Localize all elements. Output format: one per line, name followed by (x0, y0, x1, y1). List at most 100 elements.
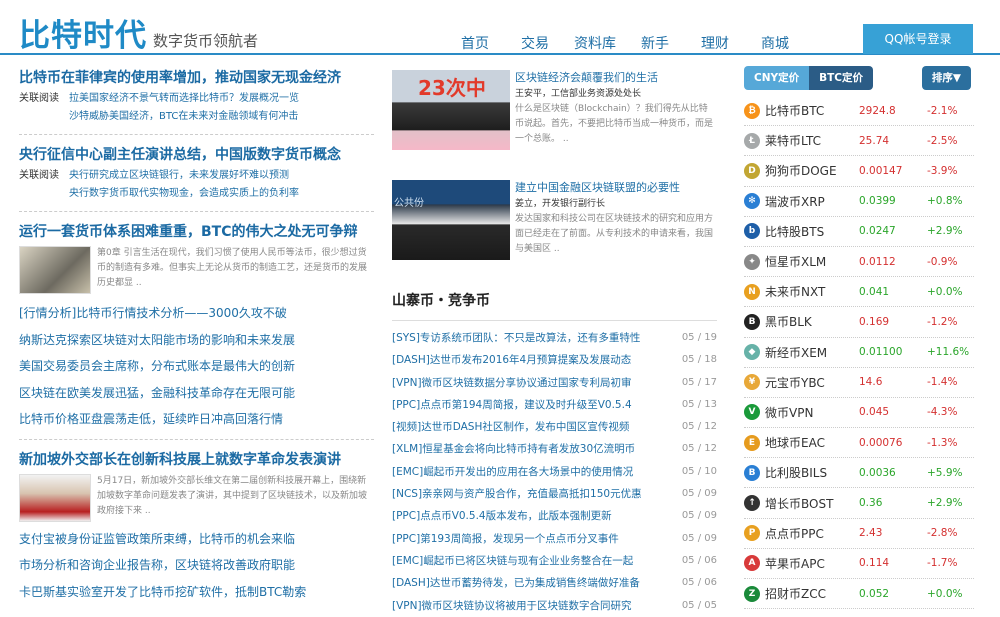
related-link[interactable]: 拉美国家经济不景气转而选择比特币？发展概况一览 (69, 90, 299, 108)
news-title[interactable]: [VPN]微币区块链协议将被用于区块链数字合同研究 (392, 595, 632, 617)
nav-home[interactable]: 首页 (445, 33, 505, 53)
news-row[interactable]: [SYS]专访系统币团队：不只是改算法，还有多重特性 05 / 19 (392, 327, 717, 349)
headline-3[interactable]: 运行一套货币体系困难重重，BTC的伟大之处无可争辩 (19, 222, 374, 242)
coin-row[interactable]: B 比利股BILS 0.0036 +5.9% (744, 458, 974, 489)
news-title[interactable]: [DASH]达世币发布2016年4月预算提案及发展动态 (392, 349, 631, 371)
coin-name[interactable]: 狗狗币DOGE (765, 162, 859, 179)
coin-name[interactable]: 招财币ZCC (765, 585, 859, 602)
feature-image[interactable]: 公共份 (392, 180, 510, 260)
coin-row[interactable]: ₿ 比特币BTC 2924.8 -2.1% (744, 96, 974, 127)
news-row[interactable]: [PPC]点点币第194周简报，建议及时升级至V0.5.4 05 / 13 (392, 394, 717, 416)
coin-row[interactable]: b 比特股BTS 0.0247 +2.9% (744, 217, 974, 247)
coin-name[interactable]: 瑞波币XRP (765, 193, 859, 210)
coin-row[interactable]: B 黑币BLK 0.169 -1.2% (744, 307, 974, 338)
news-title[interactable]: [VPN]微币区块链数据分享协议通过国家专利局初审 (392, 372, 632, 394)
news-title[interactable]: [视频]达世币DASH社区制作，发布中国区宣传视频 (392, 416, 629, 438)
news-row[interactable]: [DASH]达世币蓄势待发，已为集成销售终端做好准备 05 / 06 (392, 572, 717, 594)
news-row[interactable]: [视频]达世币DASH社区制作，发布中国区宣传视频 05 / 12 (392, 416, 717, 438)
coin-name[interactable]: 比特币BTC (765, 102, 859, 119)
coin-name[interactable]: 比利股BILS (765, 464, 859, 481)
coin-row[interactable]: ✦ 恒星币XLM 0.0112 -0.9% (744, 247, 974, 278)
coin-name[interactable]: 苹果币APC (765, 555, 859, 572)
headline-4[interactable]: 新加坡外交部长在创新科技展上就数字革命发表演讲 (19, 450, 374, 470)
coin-name[interactable]: 点点币PPC (765, 525, 859, 542)
news-link[interactable]: 美国交易委员会主席称，分布式账本是最伟大的创新 (19, 353, 374, 380)
news-row[interactable]: [VPN]微币区块链数据分享协议通过国家专利局初审 05 / 17 (392, 372, 717, 394)
news-title[interactable]: [DASH]达世币蓄势待发，已为集成销售终端做好准备 (392, 572, 640, 594)
news-row[interactable]: [PPC]第193周简报，发现另一个点点币分叉事件 05 / 09 (392, 528, 717, 550)
news-link[interactable]: 纳斯达克探索区块链对太阳能市场的影响和未来发展 (19, 327, 374, 354)
news-title[interactable]: [NCS]亲亲网与资产股合作，充值最高抵扣150元优惠 (392, 483, 642, 505)
news-link[interactable]: 市场分析和咨询企业报告称，区块链将改善政府职能 (19, 552, 374, 579)
coin-price: 0.01100 (859, 346, 903, 359)
news-title[interactable]: [SYS]专访系统币团队：不只是改算法，还有多重特性 (392, 327, 640, 349)
related-link[interactable]: 沙特威胁美国经济，BTC在未来对金融领域有何冲击 (69, 108, 298, 126)
nav-finance[interactable]: 理财 (685, 33, 745, 53)
coin-row[interactable]: P 点点币PPC 2.43 -2.8% (744, 519, 974, 549)
site-logo[interactable]: 比特时代 (19, 10, 147, 55)
coin-change: -1.2% (927, 315, 958, 328)
coin-row[interactable]: A 苹果币APC 0.114 -1.7% (744, 549, 974, 579)
news-title[interactable]: [XLM]恒星基金会将向比特币持有者发放30亿流明币 (392, 438, 635, 460)
qq-login-button[interactable]: QQ帐号登录 (863, 24, 973, 54)
news-title[interactable]: [EMC]崛起币开发出的应用在各大场景中的使用情况 (392, 461, 633, 483)
coin-row[interactable]: D 狗狗币DOGE 0.00147 -3.9% (744, 156, 974, 187)
coin-name[interactable]: 莱特币LTC (765, 132, 859, 149)
coin-name[interactable]: 元宝币YBC (765, 374, 859, 391)
news-row[interactable]: [XLM]恒星基金会将向比特币持有者发放30亿流明币 05 / 12 (392, 438, 717, 460)
coin-name[interactable]: 黑币BLK (765, 313, 859, 330)
article-thumbnail[interactable] (19, 246, 91, 294)
related-link[interactable]: 央行数字货币取代实物现金，会造成实质上的负利率 (69, 185, 299, 203)
article-thumbnail[interactable] (19, 473, 91, 522)
news-link[interactable]: [行情分析]比特币行情技术分析——3000久攻不破 (19, 300, 374, 327)
coin-name[interactable]: 未来币NXT (765, 283, 859, 300)
coin-name[interactable]: 新经币XEM (765, 344, 859, 361)
nav-trade[interactable]: 交易 (505, 33, 565, 53)
news-link[interactable]: 支付宝被身份证监管政策所束缚，比特币的机会来临 (19, 526, 374, 553)
coin-name[interactable]: 恒星币XLM (765, 253, 859, 270)
coin-row[interactable]: ✻ 瑞波币XRP 0.0399 +0.8% (744, 187, 974, 217)
news-link[interactable]: 卡巴斯基实验室开发了比特币挖矿软件，抵制BTC勒索 (19, 579, 374, 606)
coin-name[interactable]: 地球币EAC (765, 434, 859, 451)
coin-price: 0.00076 (859, 436, 903, 449)
coin-name[interactable]: 微币VPN (765, 404, 859, 421)
coin-name[interactable]: 增长币BOST (765, 495, 859, 512)
news-link[interactable]: 比特币价格亚盘震荡走低，延续昨日冲高回落行情 (19, 406, 374, 433)
article-summary: 第0章 引言生活在现代，我们习惯了使用人民币等法币，很少想过货币的制造有多难。但… (97, 248, 368, 288)
nav-newbie[interactable]: 新手 (625, 33, 685, 53)
news-row[interactable]: [VPN]微币区块链协议将被用于区块链数字合同研究 05 / 05 (392, 595, 717, 617)
coin-row[interactable]: E 地球币EAC 0.00076 -1.3% (744, 428, 974, 459)
news-title[interactable]: [PPC]点点币V0.5.4版本发布，此版本强制更新 (392, 505, 612, 527)
coin-row[interactable]: Ł 莱特币LTC 25.74 -2.5% (744, 126, 974, 157)
feature-title[interactable]: 区块链经济会颠覆我们的生活 (515, 70, 715, 86)
news-title[interactable]: [EMC]崛起币已将区块链与现有企业业务整合在一起 (392, 550, 633, 572)
coin-row[interactable]: ◆ 新经币XEM 0.01100 +11.6% (744, 338, 974, 368)
zcc-icon: Z (744, 585, 760, 602)
sort-button[interactable]: 排序▼ (921, 66, 971, 90)
news-link[interactable]: 区块链在欧美发展迅猛，金融科技革命存在无限可能 (19, 380, 374, 407)
news-row[interactable]: [EMC]崛起币已将区块链与现有企业业务整合在一起 05 / 06 (392, 550, 717, 572)
news-title[interactable]: [PPC]第193周简报，发现另一个点点币分叉事件 (392, 528, 619, 550)
tab-cny-price[interactable]: CNY定价 (744, 66, 810, 90)
news-row[interactable]: [PPC]点点币V0.5.4版本发布，此版本强制更新 05 / 09 (392, 505, 717, 527)
coin-price: 0.041 (859, 285, 890, 298)
coin-row[interactable]: Z 招财币ZCC 0.052 +0.0% (744, 579, 974, 610)
coin-name[interactable]: 比特股BTS (765, 223, 859, 240)
news-title[interactable]: [PPC]点点币第194周简报，建议及时升级至V0.5.4 (392, 394, 632, 416)
tab-btc-price[interactable]: BTC定价 (809, 66, 873, 90)
news-date: 05 / 17 (681, 376, 717, 388)
feature-image[interactable]: 23次中 (392, 70, 510, 150)
coin-row[interactable]: N 未来币NXT 0.041 +0.0% (744, 277, 974, 308)
headline-2[interactable]: 央行征信中心副主任演讲总结，中国版数字货币概念 (19, 145, 374, 165)
coin-row[interactable]: ↑ 增长币BOST 0.36 +2.9% (744, 488, 974, 519)
nav-library[interactable]: 资料库 (565, 33, 625, 53)
headline-1[interactable]: 比特币在菲律宾的使用率增加，推动国家无现金经济 (19, 68, 374, 88)
coin-row[interactable]: ¥ 元宝币YBC 14.6 -1.4% (744, 368, 974, 398)
feature-title[interactable]: 建立中国金融区块链联盟的必要性 (515, 180, 715, 196)
coin-row[interactable]: V 微币VPN 0.045 -4.3% (744, 398, 974, 429)
news-row[interactable]: [NCS]亲亲网与资产股合作，充值最高抵扣150元优惠 05 / 09 (392, 483, 717, 505)
news-row[interactable]: [DASH]达世币发布2016年4月预算提案及发展动态 05 / 18 (392, 349, 717, 371)
nav-mall[interactable]: 商城 (745, 33, 805, 53)
related-link[interactable]: 央行研究成立区块链银行，未来发展好坏难以预测 (69, 167, 289, 185)
news-row[interactable]: [EMC]崛起币开发出的应用在各大场景中的使用情况 05 / 10 (392, 461, 717, 483)
